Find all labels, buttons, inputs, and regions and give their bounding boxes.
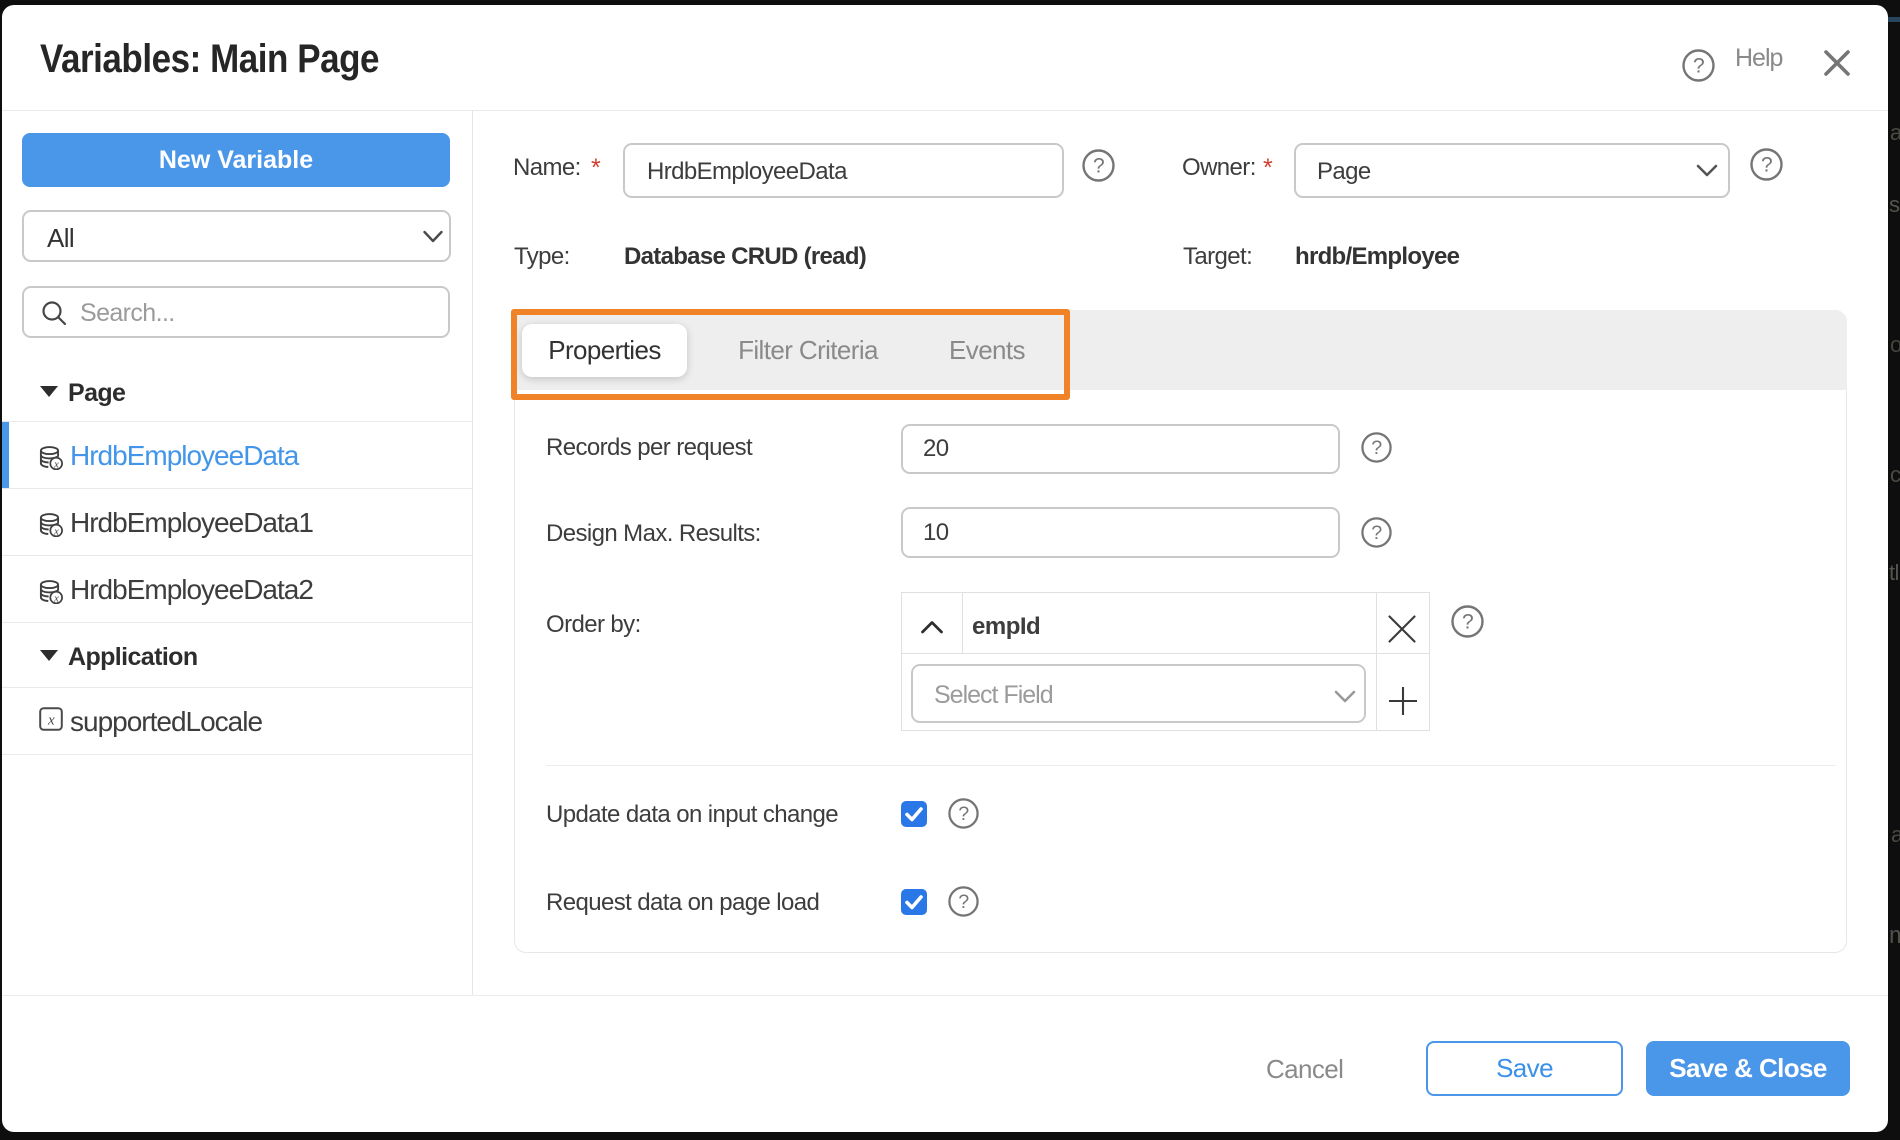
svg-text:?: ? xyxy=(1371,522,1382,544)
svg-text:x: x xyxy=(47,713,55,729)
svg-text:?: ? xyxy=(958,803,969,825)
svg-text:?: ? xyxy=(958,891,969,913)
svg-text:?: ? xyxy=(1693,55,1704,78)
svg-text:?: ? xyxy=(1462,611,1473,634)
svg-text:?: ? xyxy=(1761,154,1772,177)
svg-text:?: ? xyxy=(1371,437,1382,459)
svg-text:?: ? xyxy=(1093,155,1104,178)
